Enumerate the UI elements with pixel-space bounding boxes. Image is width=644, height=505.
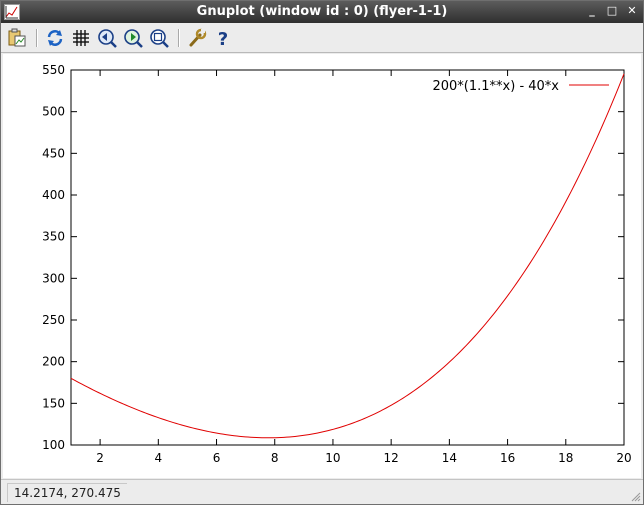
svg-text:?: ? [218, 29, 228, 48]
maximize-button[interactable]: □ [605, 3, 619, 19]
y-tick-label: 350 [42, 230, 65, 244]
function-curve [70, 73, 625, 439]
zoom-back-icon[interactable] [96, 27, 118, 49]
plot-border [70, 69, 625, 446]
y-tick-label: 150 [42, 396, 65, 410]
x-tick-label: 8 [271, 451, 279, 465]
x-tick-label: 4 [154, 451, 162, 465]
x-tick-label: 14 [442, 451, 457, 465]
y-tick-label: 300 [42, 271, 65, 285]
toolbar-separator [36, 29, 38, 47]
x-tick-label: 18 [558, 451, 573, 465]
y-tick-label: 200 [42, 355, 65, 369]
y-tick-label: 450 [42, 146, 65, 160]
plot-svg[interactable]: 100150200250300350400450500550 2 4 6 8 10 12 1… [3, 54, 641, 478]
y-tick-label: 250 [42, 313, 65, 327]
minimize-button[interactable]: _ [585, 3, 599, 19]
x-tick-label: 16 [500, 451, 515, 465]
x-tick-label: 6 [213, 451, 221, 465]
x-tick-label: 2 [96, 451, 104, 465]
x-tick-label: 12 [384, 451, 399, 465]
plot-canvas[interactable]: 100 150 200 250 300 350 400 450 500 550 2 4 6 8 10 12 1… [3, 54, 641, 478]
title-bar[interactable]: Gnuplot (window id : 0) (flyer-1-1) _ □ … [1, 1, 643, 23]
window-title: Gnuplot (window id : 0) (flyer-1-1) [196, 4, 448, 19]
zoom-fit-icon[interactable] [148, 27, 170, 49]
legend-label: 200*(1.1**x) - 40*x [432, 79, 559, 94]
grid-icon[interactable] [70, 27, 92, 49]
toolbar: ? [1, 23, 643, 53]
y-tick-label: 500 [42, 105, 65, 119]
cursor-coordinates: 14.2174, 270.475 [7, 483, 127, 502]
refresh-icon[interactable] [44, 27, 66, 49]
y-axis: 100 150 200 250 300 350 400 450 500 550 [42, 63, 624, 452]
x-axis: 2 4 6 8 10 12 14 16 18 20 [96, 70, 632, 465]
wrench-icon[interactable] [186, 27, 208, 49]
status-bar: 14.2174, 270.475 [1, 479, 643, 504]
help-icon[interactable]: ? [212, 27, 234, 49]
clipboard-icon[interactable] [6, 27, 28, 49]
toolbar-separator [178, 29, 180, 47]
close-button[interactable]: ✕ [625, 3, 639, 19]
y-tick-label: 400 [42, 188, 65, 202]
x-tick-label: 20 [616, 451, 631, 465]
gnuplot-window: Gnuplot (window id : 0) (flyer-1-1) _ □ … [0, 0, 644, 505]
y-tick-label: 100 [42, 438, 65, 452]
legend: 200*(1.1**x) - 40*x [432, 79, 609, 94]
zoom-forward-icon[interactable] [122, 27, 144, 49]
x-tick-label: 10 [325, 451, 340, 465]
resize-grip-icon[interactable] [629, 490, 641, 502]
y-tick-label: 550 [42, 63, 65, 77]
